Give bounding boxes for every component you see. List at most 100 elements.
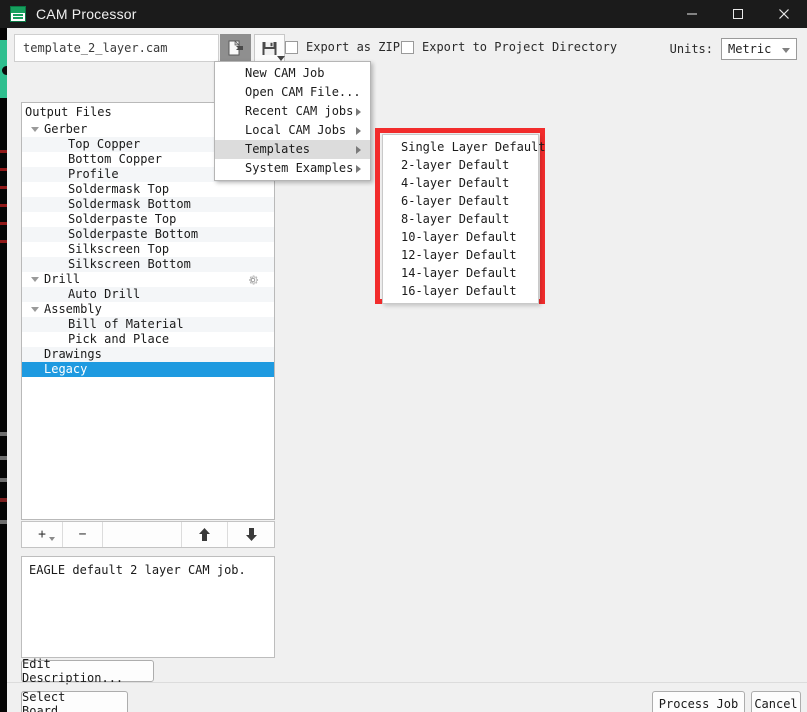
tree-toolbar: + − [21, 521, 275, 548]
units-label: Units: [669, 42, 713, 56]
template-2-layer-default[interactable]: 2-layer Default [383, 156, 538, 174]
tree-row-label: Silkscreen Bottom [68, 257, 191, 271]
submenu-arrow-icon [356, 146, 361, 154]
tree-row-assembly[interactable]: Assembly [22, 302, 274, 317]
tree-row-label: Soldermask Bottom [68, 197, 191, 211]
edit-description-button[interactable]: Edit Description... [21, 657, 154, 685]
tree-row-label: Solderpaste Bottom [68, 227, 199, 241]
tree-row-label: Pick and Place [68, 332, 170, 346]
tree-row-label: Drill [44, 272, 81, 286]
tree-row-silkscreen-bottom[interactable]: Silkscreen Bottom [22, 257, 274, 272]
save-disk-icon [262, 41, 277, 55]
export-project-dir-checkbox[interactable]: Export to Project Directory [401, 40, 617, 54]
process-job-button[interactable]: Process Job [652, 691, 745, 712]
arrow-up-icon [199, 528, 210, 541]
tree-row-label: Legacy [44, 362, 88, 376]
move-down-button[interactable] [228, 522, 274, 547]
menu-item-label: Open CAM File... [245, 85, 361, 99]
arrow-down-icon [245, 528, 257, 541]
footer-divider [7, 682, 807, 683]
tree-row-label: Silkscreen Top [68, 242, 170, 256]
tree-row-solderpaste-top[interactable]: Solderpaste Top [22, 212, 274, 227]
cam-file-input[interactable]: template_2_layer.cam [14, 34, 219, 62]
cam-app-icon [10, 6, 26, 22]
tree-row-auto-drill[interactable]: Auto Drill [22, 287, 274, 302]
submenu-arrow-icon [356, 108, 361, 116]
template-8-layer-default[interactable]: 8-layer Default [383, 210, 538, 228]
menu-item-new-cam-job[interactable]: New CAM Job [215, 64, 370, 83]
submenu-arrow-icon [356, 127, 361, 135]
menu-item-open-cam-file[interactable]: Open CAM File... [215, 83, 370, 102]
template-6-layer-default[interactable]: 6-layer Default [383, 192, 538, 210]
open-file-icon-button[interactable] [220, 34, 251, 62]
gear-icon[interactable] [246, 273, 260, 287]
cancel-button[interactable]: Cancel [751, 691, 801, 712]
tree-row-label: Assembly [44, 302, 102, 316]
tree-row-drawings[interactable]: Drawings [22, 347, 274, 362]
select-board-button[interactable]: Select Board... [21, 690, 128, 712]
tree-row-pick-and-place[interactable]: Pick and Place [22, 332, 274, 347]
window-title: CAM Processor [36, 6, 137, 22]
tree-row-solderpaste-bottom[interactable]: Solderpaste Bottom [22, 227, 274, 242]
menu-item-recent-cam-jobs[interactable]: Recent CAM jobs [215, 102, 370, 121]
template-12-layer-default[interactable]: 12-layer Default [383, 246, 538, 264]
remove-output-button[interactable]: − [63, 522, 103, 547]
tree-row-drill[interactable]: Drill [22, 272, 274, 287]
export-zip-checkbox[interactable]: Export as ZIP [285, 40, 400, 54]
menu-item-label: 14-layer Default [401, 266, 517, 280]
add-output-label: + [38, 527, 46, 542]
units-value: Metric [728, 42, 772, 56]
app-root: CAM Processor template_2_layer.cam Expor… [0, 0, 807, 712]
export-zip-label: Export as ZIP [306, 40, 400, 54]
remove-output-label: − [78, 527, 87, 542]
menu-item-templates[interactable]: Templates [215, 140, 370, 159]
menu-item-label: 12-layer Default [401, 248, 517, 262]
job-description-text: EAGLE default 2 layer CAM job. [29, 563, 246, 577]
menu-item-label: 16-layer Default [401, 284, 517, 298]
twisty-expanded-icon[interactable] [31, 127, 39, 132]
close-button[interactable] [761, 0, 807, 28]
tree-row-label: Soldermask Top [68, 182, 170, 196]
job-description-textarea[interactable]: EAGLE default 2 layer CAM job. [21, 556, 275, 658]
template-14-layer-default[interactable]: 14-layer Default [383, 264, 538, 282]
twisty-expanded-icon[interactable] [31, 307, 39, 312]
maximize-button[interactable] [715, 0, 761, 28]
minimize-button[interactable] [669, 0, 715, 28]
menu-item-local-cam-jobs[interactable]: Local CAM Jobs [215, 121, 370, 140]
templates-submenu[interactable]: Single Layer Default 2-layer Default 4-lay… [382, 134, 546, 304]
cam-file-value: template_2_layer.cam [23, 41, 168, 55]
template-16-layer-default[interactable]: 16-layer Default [383, 282, 538, 300]
move-up-button[interactable] [182, 522, 228, 547]
add-dropdown-caret-icon[interactable] [49, 537, 55, 541]
menu-item-label: New CAM Job [245, 66, 325, 80]
tree-row-soldermask-top[interactable]: Soldermask Top [22, 182, 274, 197]
tree-row-label: Top Copper [68, 137, 141, 151]
menu-item-label: System Examples [245, 161, 354, 175]
add-output-button[interactable]: + [22, 522, 63, 547]
tree-row-label: Solderpaste Top [68, 212, 177, 226]
menu-item-label: 2-layer Default [401, 158, 510, 172]
template-4-layer-default[interactable]: 4-layer Default [383, 174, 538, 192]
menu-item-system-examples[interactable]: System Examples [215, 159, 370, 178]
menu-item-label: 4-layer Default [401, 176, 510, 190]
cam-job-menu[interactable]: New CAM Job Open CAM File... Recent CAM jo… [214, 61, 371, 181]
title-bar: CAM Processor [0, 0, 807, 28]
menu-item-label: 10-layer Default [401, 230, 517, 244]
export-project-dir-label: Export to Project Directory [422, 40, 618, 54]
tree-row-label: Drawings [44, 347, 102, 361]
tree-row-legacy[interactable]: Legacy [22, 362, 274, 377]
window-controls [669, 0, 807, 28]
template-single-layer-default[interactable]: Single Layer Default [383, 138, 546, 156]
twisty-expanded-icon[interactable] [31, 277, 39, 282]
template-10-layer-default[interactable]: 10-layer Default [383, 228, 538, 246]
tree-row-label: Auto Drill [68, 287, 141, 301]
units-select[interactable]: Metric [721, 38, 797, 60]
menu-item-label: Templates [245, 142, 311, 156]
open-file-icon [228, 40, 243, 56]
tree-row-bill-of-material[interactable]: Bill of Material [22, 317, 274, 332]
tree-row-soldermask-bottom[interactable]: Soldermask Bottom [22, 197, 274, 212]
tree-row-silkscreen-top[interactable]: Silkscreen Top [22, 242, 274, 257]
tree-row-label: Bottom Copper [68, 152, 162, 166]
export-project-dir-checkbox-box [401, 40, 414, 54]
tree-row-label: Bill of Material [68, 317, 184, 331]
